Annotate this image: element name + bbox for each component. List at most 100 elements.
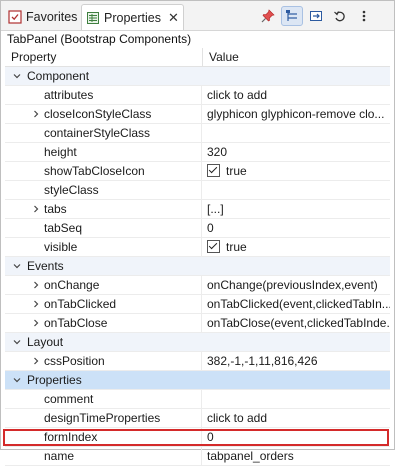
property-value: true (226, 240, 247, 254)
value-cell[interactable]: [...] (202, 200, 390, 218)
value-cell[interactable]: 0 (202, 219, 390, 237)
table-row[interactable]: styleClass (5, 181, 390, 200)
property-cell[interactable]: designTimeProperties (5, 409, 202, 427)
property-label: showTabCloseIcon (44, 164, 145, 178)
tab-favorites[interactable]: Favorites (5, 4, 81, 29)
chevron-right-icon[interactable] (31, 352, 41, 370)
property-cell[interactable]: visible (5, 238, 202, 256)
value-cell[interactable]: true (202, 162, 390, 180)
categories-icon[interactable] (281, 6, 303, 26)
category-row[interactable]: Component (5, 67, 390, 86)
property-label: closeIconStyleClass (44, 107, 152, 121)
property-cell[interactable]: tabSeq (5, 219, 202, 237)
property-value: [...] (207, 202, 224, 216)
value-cell[interactable] (202, 124, 390, 142)
property-cell[interactable]: containerStyleClass (5, 124, 202, 142)
property-rows: Component attributes click to add closeIcon… (5, 67, 390, 466)
checkbox-checked[interactable] (207, 164, 220, 177)
value-cell[interactable] (202, 181, 390, 199)
property-cell[interactable]: formIndex (5, 428, 202, 446)
table-row[interactable]: containerStyleClass (5, 124, 390, 143)
column-header-property[interactable]: Property (5, 48, 203, 66)
value-cell[interactable]: glyphicon glyphicon-remove clo... (202, 105, 390, 123)
property-cell[interactable]: styleClass (5, 181, 202, 199)
chevron-right-icon[interactable] (31, 105, 41, 123)
table-row[interactable]: formIndex 0 (5, 428, 390, 447)
category-row[interactable]: Layout (5, 333, 390, 352)
value-cell[interactable]: onTabClicked(event,clickedTabIn... (202, 295, 390, 313)
property-cell[interactable]: attributes (5, 86, 202, 104)
property-cell[interactable]: Events (5, 257, 390, 275)
table-row[interactable]: onChange onChange(previousIndex,event) (5, 276, 390, 295)
table-row[interactable]: tabSeq 0 (5, 219, 390, 238)
restore-default-icon[interactable] (329, 6, 351, 26)
table-row[interactable]: tabs [...] (5, 200, 390, 219)
category-row[interactable]: Properties (5, 371, 390, 390)
value-cell[interactable]: true (202, 238, 390, 256)
property-value: click to add (207, 411, 268, 425)
category-label: Events (27, 259, 64, 273)
tab-favorites-label: Favorites (26, 9, 78, 24)
value-cell[interactable]: onTabClose(event,clickedTabInde... (202, 314, 390, 332)
category-row[interactable]: Events (5, 257, 390, 276)
table-row[interactable]: attributes click to add (5, 86, 390, 105)
value-cell[interactable]: onChange(previousIndex,event) (202, 276, 390, 294)
column-header-value[interactable]: Value (203, 48, 390, 66)
table-row[interactable]: showTabCloseIcon true (5, 162, 390, 181)
property-label: tabs (44, 202, 67, 216)
property-label: onChange (44, 278, 100, 292)
close-icon[interactable]: ✕ (168, 10, 179, 26)
property-cell[interactable]: cssPosition (5, 352, 202, 370)
chevron-down-icon[interactable] (12, 333, 22, 351)
chevron-right-icon[interactable] (31, 200, 41, 218)
chevron-down-icon[interactable] (12, 67, 22, 85)
tab-properties-label: Properties (104, 10, 161, 25)
table-row[interactable]: comment (5, 390, 390, 409)
property-label: visible (44, 240, 78, 254)
category-label: Layout (27, 335, 64, 349)
property-value: 382,-1,-1,11,816,426 (207, 354, 318, 368)
table-row[interactable]: height 320 (5, 143, 390, 162)
chevron-right-icon[interactable] (31, 276, 41, 294)
property-cell[interactable]: closeIconStyleClass (5, 105, 202, 123)
pin-icon[interactable] (257, 6, 279, 26)
properties-icon (85, 10, 101, 26)
table-row[interactable]: onTabClose onTabClose(event,clickedTabInd… (5, 314, 390, 333)
value-cell[interactable]: 0 (202, 428, 390, 446)
property-cell[interactable]: showTabCloseIcon (5, 162, 202, 180)
property-value: onTabClose(event,clickedTabInde... (207, 316, 390, 330)
property-cell[interactable]: height (5, 143, 202, 161)
property-value: onChange(previousIndex,event) (207, 278, 378, 292)
chevron-down-icon[interactable] (12, 257, 22, 275)
value-cell[interactable]: click to add (202, 86, 390, 104)
property-cell[interactable]: onChange (5, 276, 202, 294)
property-label: comment (44, 392, 94, 406)
property-label: tabSeq (44, 221, 83, 235)
value-cell[interactable] (202, 390, 390, 408)
chevron-down-icon[interactable] (12, 371, 22, 389)
value-cell[interactable]: click to add (202, 409, 390, 427)
table-row[interactable]: visible true (5, 238, 390, 257)
table-row[interactable]: closeIconStyleClass glyphicon glyphicon-r… (5, 105, 390, 124)
property-cell[interactable]: Component (5, 67, 390, 85)
property-cell[interactable]: onTabClicked (5, 295, 202, 313)
properties-view: Favorites Properties ✕ TabPanel (Bootstr… (0, 0, 395, 466)
tab-properties[interactable]: Properties ✕ (81, 4, 184, 30)
chevron-right-icon[interactable] (31, 295, 41, 313)
property-cell[interactable]: Layout (5, 333, 390, 351)
table-row[interactable]: cssPosition 382,-1,-1,11,816,426 (5, 352, 390, 371)
property-cell[interactable]: Properties (5, 371, 390, 389)
property-cell[interactable]: onTabClose (5, 314, 202, 332)
link-icon[interactable] (305, 6, 327, 26)
table-row[interactable]: onTabClicked onTabClicked(event,clickedTa… (5, 295, 390, 314)
table-row[interactable]: designTimeProperties click to add (5, 409, 390, 428)
chevron-right-icon[interactable] (31, 314, 41, 332)
property-cell[interactable]: tabs (5, 200, 202, 218)
property-cell[interactable]: comment (5, 390, 202, 408)
property-value: 0 (207, 430, 214, 444)
menu-icon[interactable] (353, 6, 375, 26)
value-cell[interactable]: 320 (202, 143, 390, 161)
value-cell[interactable]: 382,-1,-1,11,816,426 (202, 352, 390, 370)
view-toolbar (255, 6, 375, 26)
checkbox-checked[interactable] (207, 240, 220, 253)
